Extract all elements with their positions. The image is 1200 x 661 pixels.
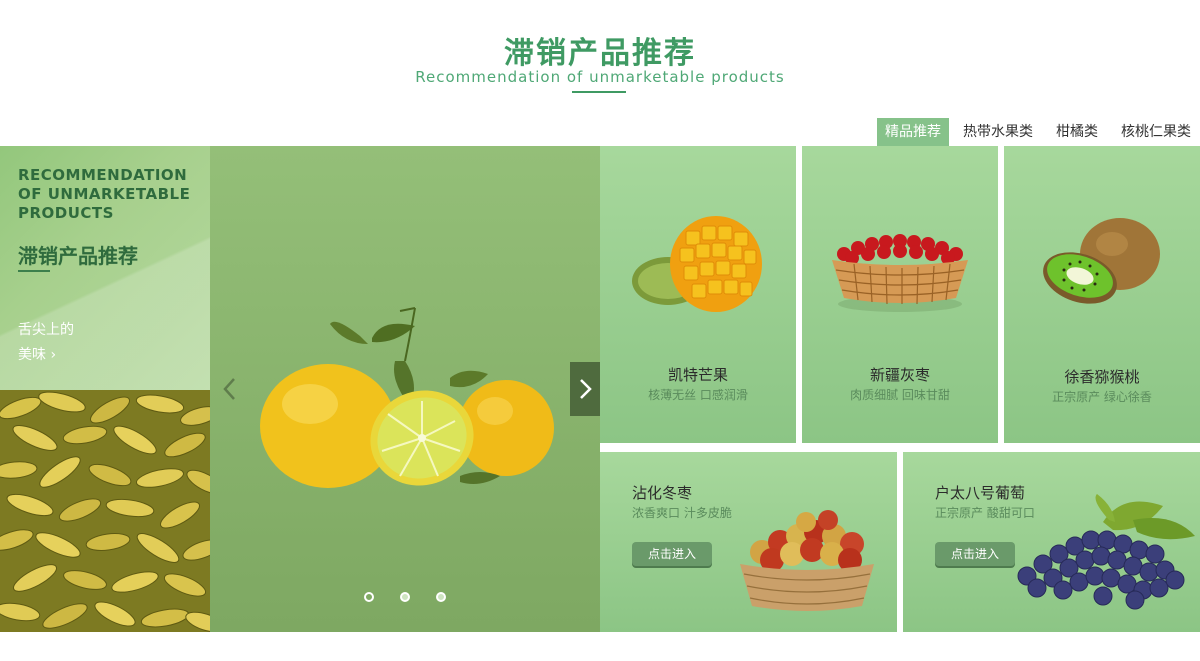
enter-button[interactable]: 点击进入 — [632, 542, 712, 566]
tab-premium[interactable]: 精品推荐 — [877, 118, 949, 146]
mango-icon — [632, 216, 762, 312]
kiwi-icon — [1043, 218, 1160, 304]
title-underline — [572, 91, 626, 93]
english-caption: RECOMMENDATION OF UNMARKETABLE PRODUCTS — [18, 166, 191, 222]
winter-jujube-basket-icon — [740, 510, 874, 611]
tab-tropical[interactable]: 热带水果类 — [954, 118, 1042, 146]
product-name: 徐香猕猴桃 — [1064, 368, 1140, 386]
carousel-next-button[interactable] — [570, 362, 600, 416]
page-title: 滞销产品推荐 — [504, 36, 696, 71]
carousel-dots — [210, 592, 600, 602]
product-description: 正宗原产 绿心徐香 — [1052, 390, 1152, 404]
tab-nuts[interactable]: 核桃仁果类 — [1112, 118, 1200, 146]
carousel-dot-2[interactable] — [400, 592, 410, 602]
banana-image — [0, 390, 210, 632]
jujube-basket-icon — [832, 234, 968, 312]
enter-button[interactable]: 点击进入 — [935, 542, 1015, 566]
hero-carousel — [210, 146, 600, 632]
carousel-prev-button[interactable] — [218, 374, 242, 404]
product-name: 凯特芒果 — [667, 366, 728, 384]
banana-pile-icon — [0, 390, 210, 632]
page-subtitle: Recommendation of unmarketable products — [415, 68, 785, 86]
product-card-jujube[interactable]: 新疆灰枣 肉质细腻 回味甘甜 — [802, 146, 998, 443]
carousel-dot-3[interactable] — [436, 592, 446, 602]
featured-description: 浓香爽口 汁多皮脆 — [632, 506, 732, 520]
taste-text: 舌尖上的 — [18, 322, 74, 338]
left-promo-panel: RECOMMENDATION OF UNMARKETABLE PRODUCTS … — [0, 146, 210, 632]
chevron-right-icon — [580, 379, 592, 399]
product-description: 肉质细腻 回味甘甜 — [850, 388, 950, 402]
delicious-link[interactable]: 美味 › — [18, 344, 56, 364]
carousel-dot-1[interactable] — [364, 592, 374, 602]
featured-card-grape[interactable]: 户太八号葡萄 正宗原产 酸甜可口 点击进入 — [903, 452, 1200, 632]
chinese-caption: 滞销产品推荐 — [18, 244, 138, 268]
grape-icon — [1017, 494, 1195, 610]
product-description: 核薄无丝 口感润滑 — [648, 388, 748, 402]
caption-underline — [18, 270, 50, 272]
chevron-left-icon — [223, 378, 235, 400]
product-card-kiwi[interactable]: 徐香猕猴桃 正宗原产 绿心徐香 — [1004, 146, 1200, 443]
product-name: 新疆灰枣 — [869, 366, 930, 384]
category-tabs: 精品推荐 热带水果类 柑橘类 核桃仁果类 — [872, 118, 1200, 146]
product-card-mango[interactable]: 凯特芒果 核薄无丝 口感润滑 — [600, 146, 796, 443]
featured-name: 沾化冬枣 — [632, 484, 693, 502]
tab-citrus[interactable]: 柑橘类 — [1047, 118, 1107, 146]
section-header: 滞销产品推荐 Recommendation of unmarketable pr… — [0, 0, 1200, 100]
featured-name: 户太八号葡萄 — [935, 484, 1026, 502]
featured-card-winter-jujube[interactable]: 沾化冬枣 浓香爽口 汁多皮脆 点击进入 — [600, 452, 897, 632]
lemon-icon — [260, 307, 554, 488]
